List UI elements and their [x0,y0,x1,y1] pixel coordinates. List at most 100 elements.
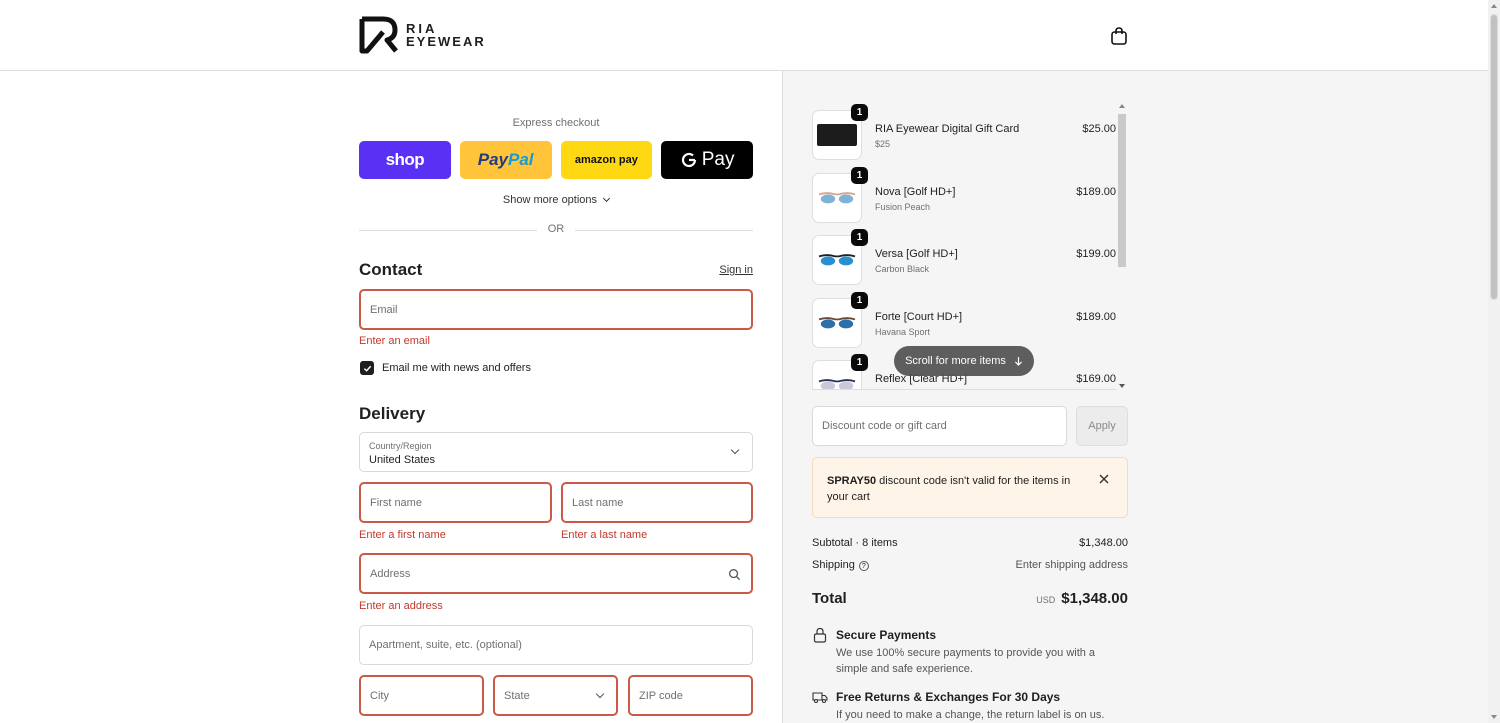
divider-line-right [575,230,753,231]
scroll-up-arrow-icon[interactable] [1491,4,1497,8]
glasses-icon [818,192,856,204]
item-name: Forte [Court HD+] [875,311,963,323]
shopping-bag-icon [1111,27,1127,45]
country-value: United States [369,454,436,466]
truck-icon [812,692,828,704]
show-more-options-label: Show more options [502,194,598,206]
amazon-pay-label: amazon pay [574,154,638,166]
paypal-button[interactable]: Pay Pal [459,141,552,179]
city-field[interactable]: City [359,675,484,716]
scrollbar-thumb[interactable] [1490,14,1498,300]
arrow-down-icon [1014,356,1022,366]
shop-pay-button[interactable]: shop [359,141,451,179]
cart-item: 1 RIA Eyewear Digital Gift Card $25 $25.… [812,104,1116,160]
close-notice-button[interactable] [1099,471,1109,488]
subtotal-value: $1,348.00 [1079,537,1128,549]
or-text: OR [547,223,565,235]
show-more-options-button[interactable]: Show more options [359,194,753,206]
glasses-icon [818,254,856,266]
amazon-pay-button[interactable]: amazon pay [560,141,653,179]
item-name: Versa [Golf HD+] [875,248,958,260]
header: RIA EYEWEAR [0,0,1488,71]
glasses-icon [818,317,856,329]
item-price: $189.00 [1076,311,1116,323]
country-label: Country/Region [369,441,432,451]
cart-button[interactable] [1108,25,1130,47]
address-placeholder: Address [370,567,411,580]
logo-mark-icon [359,16,398,54]
shipping-label-row: Shipping? [812,559,869,571]
address-field[interactable]: Address [359,553,753,594]
delivery-title: Delivery [359,404,426,423]
chevron-down-icon [595,689,605,699]
checkmark-icon [363,365,371,372]
scroll-down-arrow-icon[interactable] [1119,384,1125,388]
quantity-badge: 1 [851,229,868,246]
zip-code-placeholder: ZIP code [639,689,683,702]
first-name-field[interactable]: First name [359,482,552,523]
quantity-badge: 1 [851,167,868,184]
notice-code: SPRAY50 [827,475,877,487]
quantity-badge: 1 [851,354,868,371]
apartment-placeholder: Apartment, suite, etc. (optional) [369,639,522,651]
first-name-placeholder: First name [370,496,422,509]
shipping-label: Shipping [812,559,855,571]
feature-title: Free Returns & Exchanges For 30 Days [836,690,1061,704]
apartment-field[interactable]: Apartment, suite, etc. (optional) [359,625,753,665]
feature-title: Secure Payments [836,628,937,642]
scroll-for-more-button[interactable]: Scroll for more items [894,346,1034,376]
total-label: Total [812,590,847,607]
last-name-error: Enter a last name [561,529,648,541]
chevron-down-icon [730,445,740,455]
item-price: $189.00 [1076,186,1116,198]
logo-text: RIA EYEWEAR [406,22,486,48]
item-name: Nova [Golf HD+] [875,186,956,198]
notice-message: SPRAY50 discount code isn't valid for th… [827,473,1077,505]
apply-discount-button[interactable]: Apply [1076,406,1128,446]
shop-pay-label: shop [385,150,425,169]
quantity-badge: 1 [851,104,868,121]
logo-line2: EYEWEAR [406,34,486,49]
chevron-down-icon [603,194,611,203]
city-placeholder: City [370,689,389,702]
address-error: Enter an address [359,600,443,612]
last-name-placeholder: Last name [572,496,624,509]
total-value-row: USD $1,348.00 [1036,590,1128,608]
last-name-field[interactable]: Last name [561,482,753,523]
brand-logo[interactable]: RIA EYEWEAR [359,16,486,54]
state-placeholder: State [504,689,530,702]
items-divider [812,389,1116,390]
state-select[interactable]: State [493,675,618,716]
scroll-for-more-label: Scroll for more items [905,355,1006,367]
news-offers-checkbox[interactable] [360,361,374,375]
country-select[interactable]: Country/Region United States [359,432,753,472]
scroll-down-arrow-icon[interactable] [1491,715,1497,719]
gift-card-image [817,124,857,146]
scrollbar-thumb[interactable] [1118,114,1126,267]
item-variant: $25 [875,139,891,149]
discount-error-notice: SPRAY50 discount code isn't valid for th… [812,457,1128,518]
google-pay-label: Pay [701,149,735,170]
glasses-icon [818,379,856,390]
paypal-label-a: Pay [477,150,508,169]
google-pay-button[interactable]: Pay [661,141,753,179]
first-name-error: Enter a first name [359,529,446,541]
news-offers-label: Email me with news and offers [382,362,531,374]
email-field[interactable]: Email [359,289,753,330]
page-scrollbar[interactable] [1488,0,1500,723]
help-icon[interactable]: ? [858,561,869,571]
news-offers-option: Email me with news and offers [360,361,531,375]
express-checkout-label: Express checkout [512,117,600,129]
sign-in-link[interactable]: Sign in [719,264,753,276]
google-g-icon [681,152,696,168]
cart-items-scrollbar[interactable] [1116,102,1128,390]
email-placeholder: Email [370,303,398,316]
currency-code: USD [1036,595,1056,605]
search-icon [729,569,741,581]
discount-placeholder: Discount code or gift card [822,420,947,432]
scroll-up-arrow-icon[interactable] [1119,104,1125,108]
item-price: $199.00 [1076,248,1116,260]
zip-code-field[interactable]: ZIP code [628,675,753,716]
discount-code-input[interactable]: Discount code or gift card [812,406,1067,446]
cart-item: 1 Versa [Golf HD+] Carbon Black $199.00 [812,229,1116,285]
